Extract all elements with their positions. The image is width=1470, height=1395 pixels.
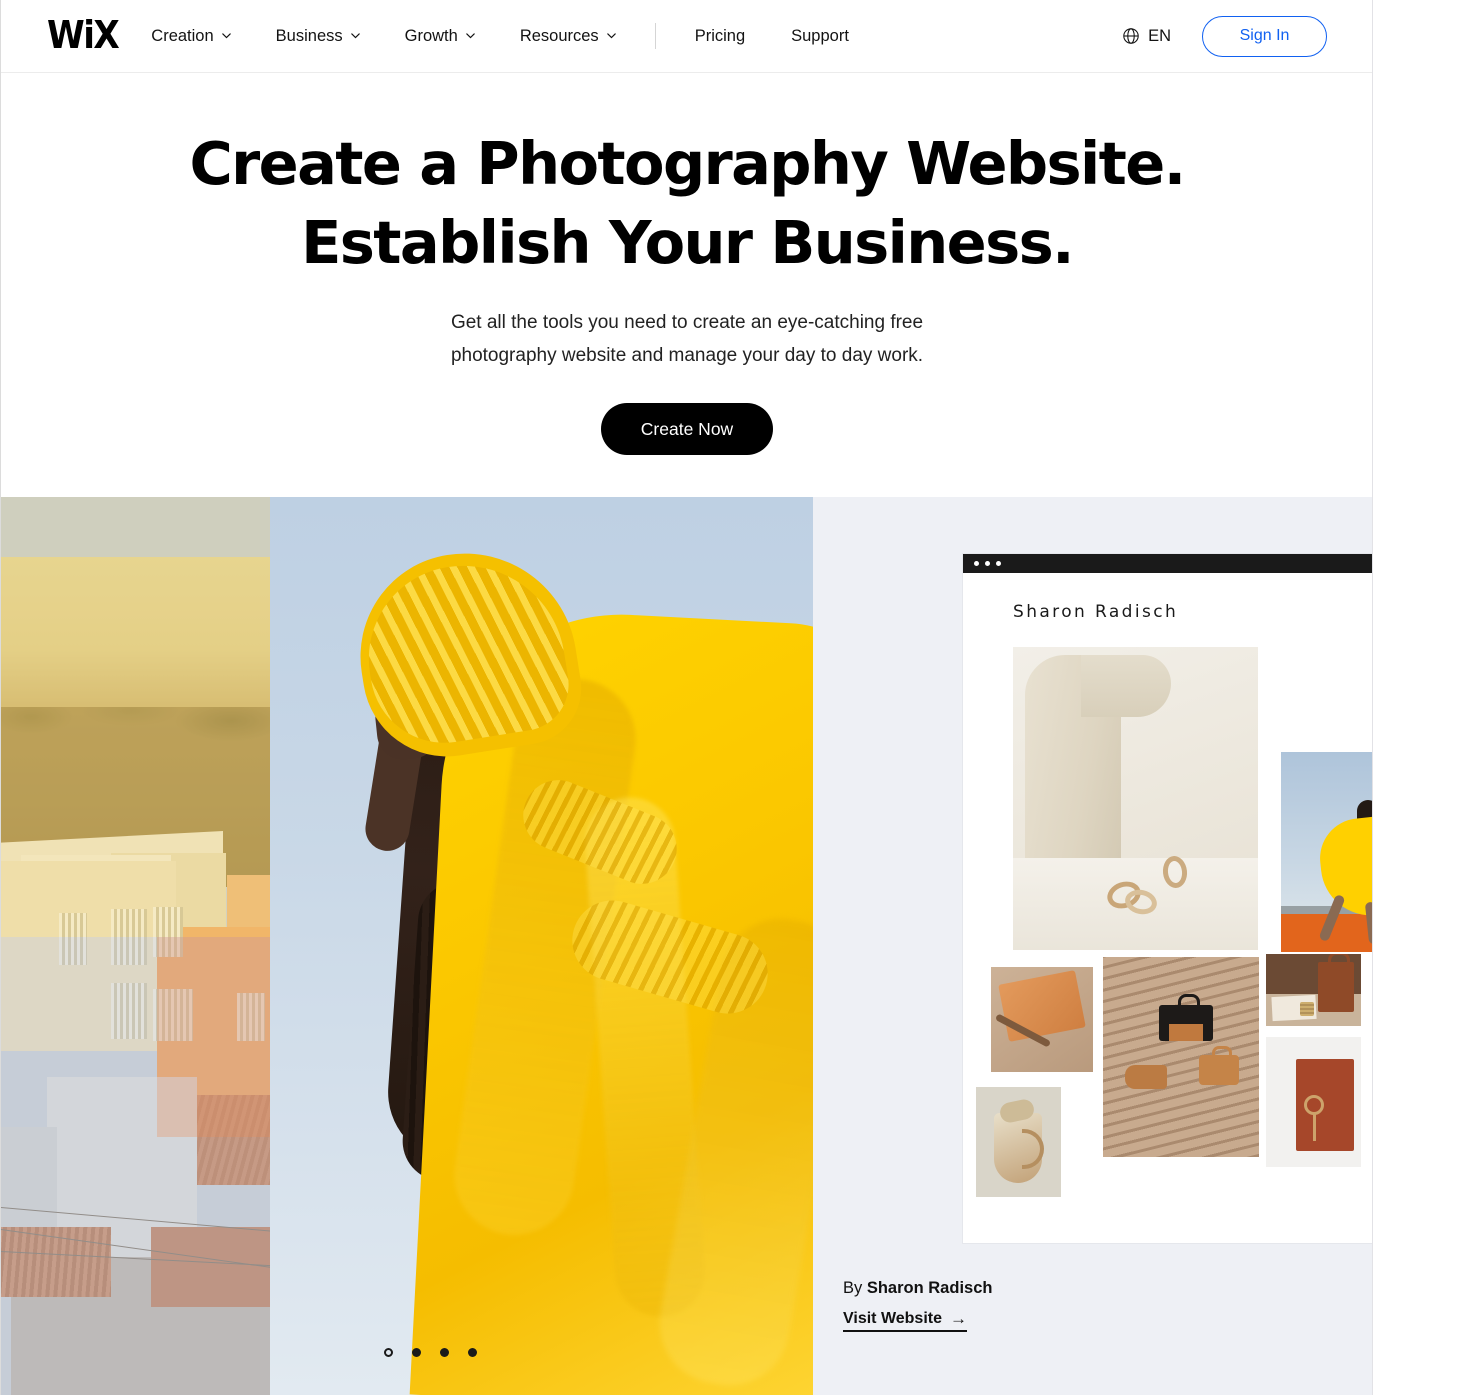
mockup-site-title: Sharon Radisch xyxy=(1013,602,1179,622)
nav-item-pricing[interactable]: Pricing xyxy=(695,21,745,52)
globe-icon xyxy=(1122,27,1140,45)
nav-item-resources[interactable]: Resources xyxy=(520,21,617,52)
mockup-gallery xyxy=(963,647,1372,1243)
nav-item-label: Support xyxy=(791,26,849,45)
gallery-image-sculpture-rings xyxy=(1013,647,1258,950)
carousel-dot-3[interactable] xyxy=(440,1348,449,1357)
hero-subheadline: Get all the tools you need to create an … xyxy=(450,312,924,366)
caption-author-name: Sharon Radisch xyxy=(866,1279,993,1297)
showcase-photo-town xyxy=(1,497,270,1395)
wix-landing-page: WiX Creation Business Growth Resources P… xyxy=(0,0,1470,1395)
gallery-image-bags-on-rock xyxy=(1103,957,1259,1157)
gallery-image-yellow-dress xyxy=(1281,752,1372,952)
carousel-dot-4[interactable] xyxy=(468,1348,477,1357)
showcase-caption: By Sharon Radisch Visit Website → xyxy=(843,1275,992,1332)
showcase-photo-yellow-dress xyxy=(270,497,813,1395)
photo-warm-overlay xyxy=(1,497,270,937)
hero-section: Create a Photography Website. Establish … xyxy=(1,73,1372,497)
nav-item-label: Resources xyxy=(519,26,599,45)
visit-website-link[interactable]: Visit Website → xyxy=(843,1310,967,1332)
nav-item-label: Pricing xyxy=(694,26,746,45)
nav-item-label: Creation xyxy=(151,26,214,45)
nav-item-business[interactable]: Business xyxy=(276,21,361,52)
chevron-down-icon xyxy=(350,30,361,41)
gallery-image-bag-studio xyxy=(1266,954,1361,1026)
gallery-image-leather-flap xyxy=(991,967,1093,1072)
website-mockup[interactable]: Sharon Radisch xyxy=(963,554,1372,1243)
sign-in-button[interactable]: Sign In xyxy=(1202,15,1327,57)
mockup-browser-bar xyxy=(963,554,1372,573)
site-header: WiX Creation Business Growth Resources P… xyxy=(1,0,1372,73)
caption-by-prefix: By xyxy=(843,1279,867,1297)
create-now-button[interactable]: Create Now xyxy=(601,403,773,455)
caption-author-line: By Sharon Radisch xyxy=(843,1275,992,1301)
gallery-image-wallet xyxy=(1266,1037,1361,1167)
page-content-column: WiX Creation Business Growth Resources P… xyxy=(0,0,1373,1395)
showcase-carousel: Sharon Radisch By Sharon Radisch Visit W… xyxy=(1,497,1372,1395)
nav-item-support[interactable]: Support xyxy=(791,21,849,52)
window-dot-icon xyxy=(996,561,1001,566)
language-label: EN xyxy=(1148,26,1171,45)
arrow-right-icon: → xyxy=(950,1308,967,1328)
carousel-dot-2[interactable] xyxy=(412,1348,421,1357)
headline-line-2: Establish Your Business. xyxy=(301,208,1074,277)
visit-website-label: Visit Website xyxy=(843,1310,942,1327)
nav-divider xyxy=(654,23,656,49)
chevron-down-icon xyxy=(221,30,232,41)
chevron-down-icon xyxy=(606,30,617,41)
nav-item-label: Business xyxy=(275,26,343,45)
nav-item-growth[interactable]: Growth xyxy=(405,21,476,52)
wix-logo[interactable]: WiX xyxy=(47,16,120,54)
window-dot-icon xyxy=(985,561,990,566)
gallery-image-sack-bag xyxy=(976,1087,1061,1197)
headline-line-1: Create a Photography Website. xyxy=(189,129,1186,198)
window-dot-icon xyxy=(974,561,979,566)
language-selector[interactable]: EN xyxy=(1122,27,1171,46)
nav-item-creation[interactable]: Creation xyxy=(151,21,231,52)
photo-buildings xyxy=(1,497,270,1395)
carousel-dots xyxy=(384,1348,477,1357)
chevron-down-icon xyxy=(465,30,476,41)
photo-orange-overlay xyxy=(157,937,270,1137)
showcase-panel: Sharon Radisch By Sharon Radisch Visit W… xyxy=(813,497,1372,1395)
nav-item-label: Growth xyxy=(404,26,458,45)
header-actions: EN Sign In xyxy=(1122,15,1327,57)
carousel-dot-1[interactable] xyxy=(384,1348,393,1357)
primary-navigation: Creation Business Growth Resources Prici… xyxy=(151,21,895,52)
page-title: Create a Photography Website. Establish … xyxy=(1,73,1372,282)
